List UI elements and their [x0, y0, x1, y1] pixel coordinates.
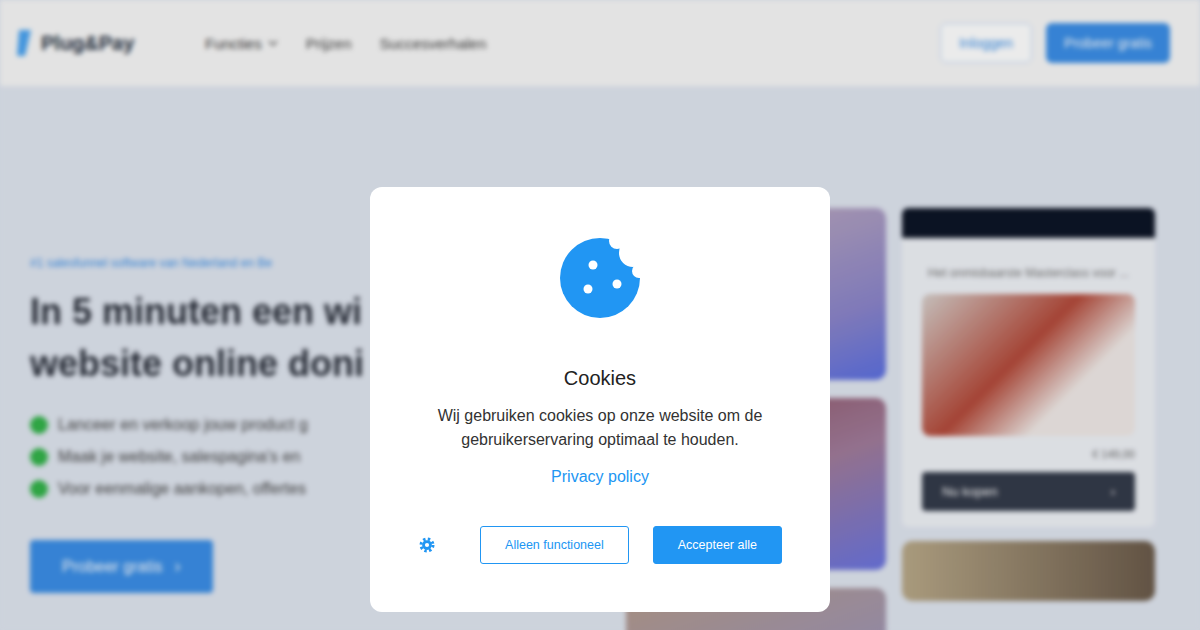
dialog-title: Cookies	[564, 367, 636, 390]
page: Plug&PayFuncties Prijzen Succesverhalen …	[0, 0, 1200, 630]
dialog-button[interactable]: Alleen functioneel	[480, 526, 629, 564]
gear-icon[interactable]	[418, 536, 436, 554]
dialog-actions: Alleen functioneel Accepteer alle	[410, 526, 790, 564]
dialog-button[interactable]: Accepteer alle	[653, 526, 782, 564]
modal-overlay: Cookies Wij gebruiken cookies op onze web…	[0, 0, 1200, 630]
cookie-icon	[559, 237, 641, 319]
cookie-dialog: Cookies Wij gebruiken cookies op onze web…	[370, 187, 830, 612]
privacy-policy-link[interactable]: Privacy policy	[551, 468, 649, 486]
dialog-message: Wij gebruiken cookies op onze website om…	[420, 404, 780, 452]
